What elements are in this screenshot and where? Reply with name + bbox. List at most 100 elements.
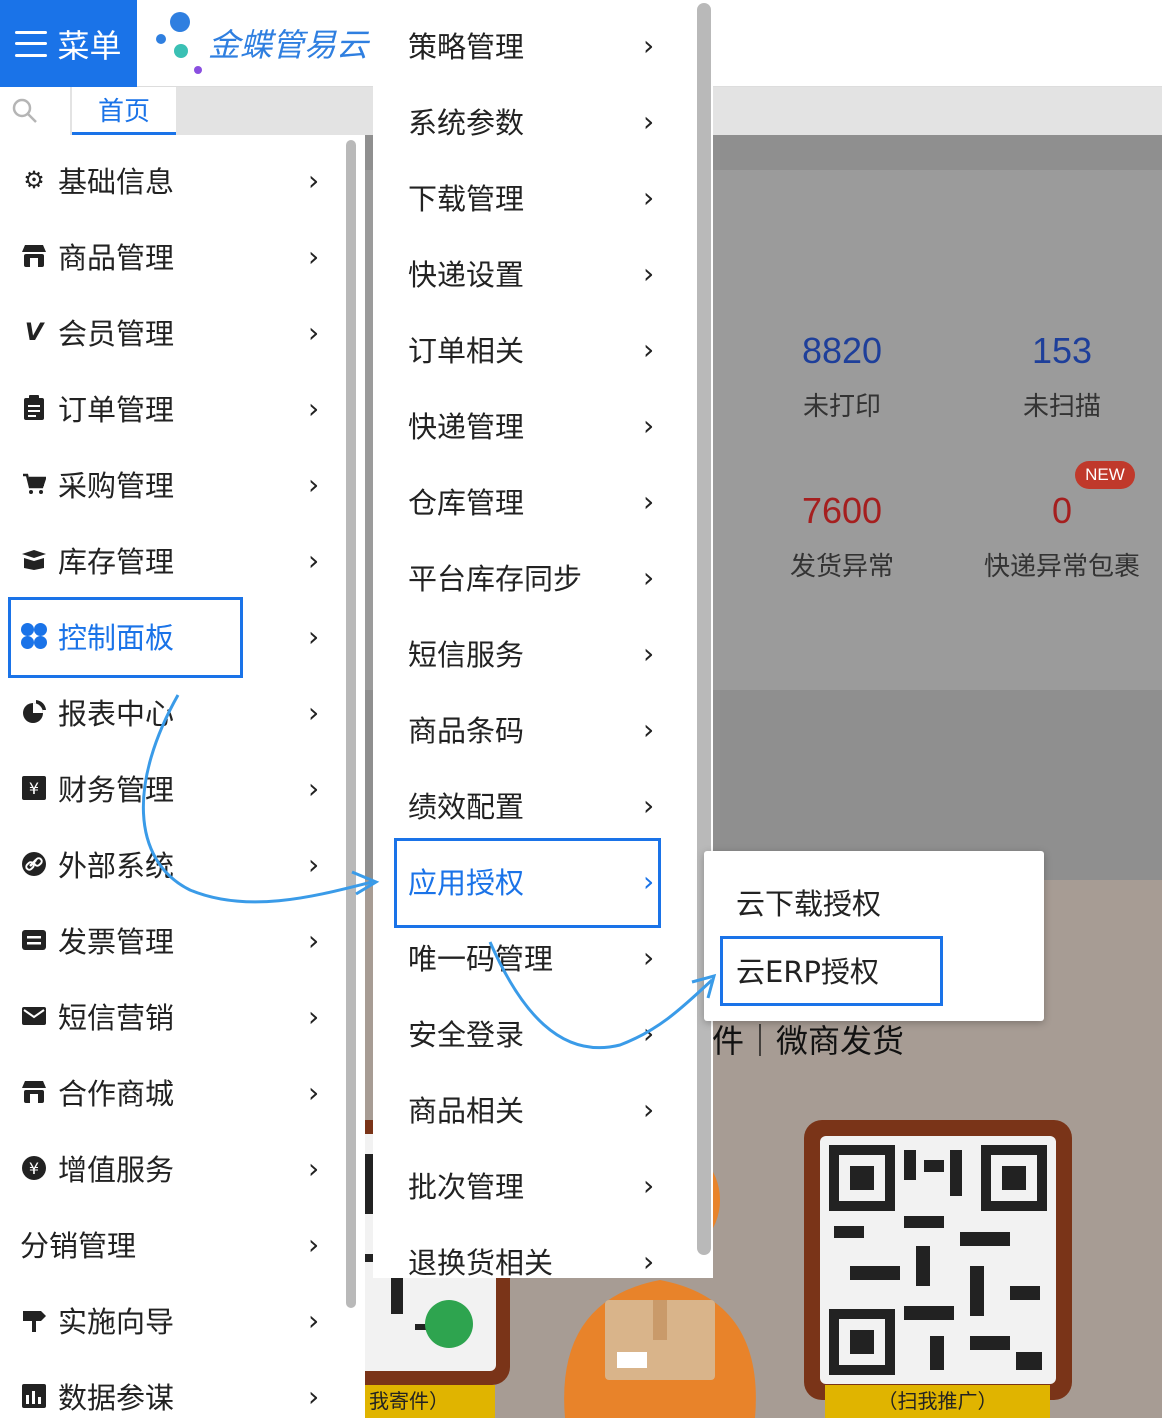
submenu-item-product-related[interactable]: 商品相关 › <box>373 1071 713 1147</box>
menu-item-label: 订单管理 <box>58 393 175 427</box>
menu-item-label: 控制面板 <box>58 621 175 655</box>
menu-item-label: 合作商城 <box>58 1077 175 1111</box>
stat-label: 发货异常 <box>789 552 894 582</box>
submenu-item-barcode[interactable]: 商品条码 › <box>373 691 713 767</box>
stat-shipping-exception[interactable]: 7600 发货异常 <box>742 490 942 583</box>
submenu-scrollbar[interactable] <box>697 3 711 1255</box>
svg-text:¥: ¥ <box>29 1159 39 1178</box>
menu-item-control-panel[interactable]: 控制面板 › <box>0 598 352 674</box>
chevron-right-icon: › <box>643 332 655 366</box>
submenu-item-express-settings[interactable]: 快递设置 › <box>373 235 713 311</box>
chevron-right-icon: › <box>643 940 655 974</box>
search-tab[interactable] <box>0 87 70 135</box>
submenu-item-returns[interactable]: 退换货相关 › <box>373 1223 713 1279</box>
submenu-item-system-params[interactable]: 系统参数 › <box>373 83 713 159</box>
cart-icon <box>20 470 48 498</box>
promo-text: 件｜微商发货 <box>712 1022 905 1060</box>
submenu-item-label: 订单相关 <box>408 334 525 368</box>
chevron-right-icon: › <box>308 619 320 653</box>
stat-label: 快递异常包裹 <box>983 552 1140 582</box>
menu-item-label: 采购管理 <box>58 469 175 503</box>
yen-circle-icon: ¥ <box>20 1154 48 1182</box>
logo-text: 金蝶管易云 <box>208 26 369 64</box>
submenu-item-warehouse[interactable]: 仓库管理 › <box>373 463 713 539</box>
submenu-item-express-mgmt[interactable]: 快递管理 › <box>373 387 713 463</box>
link-icon <box>20 850 48 878</box>
submenu-item-order-related[interactable]: 订单相关 › <box>373 311 713 387</box>
clipboard-icon <box>20 394 48 422</box>
submenu-item-app-authorization[interactable]: 应用授权 › <box>373 843 713 919</box>
menu-item-products[interactable]: 商品管理 › <box>0 218 352 294</box>
chevron-right-icon: › <box>643 1244 655 1278</box>
submenu-item-strategy[interactable]: 策略管理 › <box>373 7 713 83</box>
menu-button[interactable]: 菜单 <box>0 0 137 87</box>
chevron-right-icon: › <box>643 636 655 670</box>
menu-item-label: 分销管理 <box>20 1229 137 1263</box>
chevron-right-icon: › <box>643 28 655 62</box>
menu-item-purchase[interactable]: 采购管理 › <box>0 446 352 522</box>
pie-chart-icon <box>20 698 48 726</box>
menu-item-label: 财务管理 <box>58 773 175 807</box>
stat-express-exception[interactable]: 0 快递异常包裹 <box>962 490 1162 583</box>
qr-caption-left: 我寄件） <box>365 1385 495 1418</box>
new-badge: NEW <box>1075 461 1135 489</box>
menu-item-label: 增值服务 <box>58 1153 175 1187</box>
submenu-item-label: 商品条码 <box>408 714 525 748</box>
menu-item-reports[interactable]: 报表中心 › <box>0 674 352 750</box>
submenu-item-unique-code[interactable]: 唯一码管理 › <box>373 919 713 995</box>
menu-item-label: 实施向导 <box>58 1305 175 1339</box>
submenu-item-platform-stock-sync[interactable]: 平台库存同步 › <box>373 539 713 615</box>
yen-box-icon: ¥ <box>20 774 48 802</box>
menu-item-finance[interactable]: ¥ 财务管理 › <box>0 750 352 826</box>
submenu-item-label: 短信服务 <box>408 638 525 672</box>
chevron-right-icon: › <box>308 1303 320 1337</box>
submenu-item-batch[interactable]: 批次管理 › <box>373 1147 713 1223</box>
submenu-item-download[interactable]: 下载管理 › <box>373 159 713 235</box>
logo-dots-icon <box>156 8 202 78</box>
chevron-right-icon: › <box>643 104 655 138</box>
submenu-item-cloud-download-auth[interactable]: 云下载授权 <box>704 869 1044 935</box>
chevron-right-icon: › <box>308 771 320 805</box>
gear-icon: ⚙ <box>23 166 45 194</box>
menu-item-sms-marketing[interactable]: 短信营销 › <box>0 978 352 1054</box>
menu-item-value-added[interactable]: ¥ 增值服务 › <box>0 1130 352 1206</box>
menu-item-distribution[interactable]: 分销管理 › <box>0 1206 352 1282</box>
stat-value: 0 <box>1051 490 1073 531</box>
menu-item-basic-info[interactable]: ⚙ 基础信息 › <box>0 142 352 218</box>
tab-home[interactable]: 首页 <box>72 87 176 135</box>
submenu-item-label: 批次管理 <box>408 1170 525 1204</box>
menu-item-orders[interactable]: 订单管理 › <box>0 370 352 446</box>
submenu-item-label: 下载管理 <box>408 182 525 216</box>
stat-value: 7600 <box>801 490 883 531</box>
menu-item-inventory[interactable]: 库存管理 › <box>0 522 352 598</box>
stat-value: 8820 <box>801 330 883 371</box>
menu-item-partner-mall[interactable]: 合作商城 › <box>0 1054 352 1130</box>
chevron-right-icon: › <box>308 999 320 1033</box>
v-icon: V <box>24 318 44 346</box>
menu-item-label: 短信营销 <box>58 1001 175 1035</box>
brand-logo[interactable]: 金蝶管易云 <box>156 8 368 78</box>
stat-label: 未扫描 <box>1022 392 1101 422</box>
menu-item-label: 发票管理 <box>58 925 175 959</box>
menu-item-label: 基础信息 <box>58 165 175 199</box>
menu-item-members[interactable]: V 会员管理 › <box>0 294 352 370</box>
main-menu-scrollbar[interactable] <box>346 140 356 1308</box>
stat-unprinted[interactable]: 8820 未打印 <box>742 330 942 423</box>
menu-item-label: 外部系统 <box>58 849 175 883</box>
chevron-right-icon: › <box>643 788 655 822</box>
app-authorization-submenu: 云下载授权 云ERP授权 <box>704 851 1044 1021</box>
submenu-item-cloud-erp-auth[interactable]: 云ERP授权 <box>704 937 1044 1003</box>
chevron-right-icon: › <box>308 695 320 729</box>
menu-item-invoices[interactable]: 发票管理 › <box>0 902 352 978</box>
submenu-item-label: 快递设置 <box>408 258 525 292</box>
submenu-item-performance[interactable]: 绩效配置 › <box>373 767 713 843</box>
box-icon <box>20 546 48 574</box>
stat-unscanned[interactable]: 153 未扫描 <box>962 330 1162 423</box>
chevron-right-icon: › <box>308 1379 320 1413</box>
menu-item-setup-guide[interactable]: 实施向导 › <box>0 1282 352 1358</box>
submenu-item-sms-service[interactable]: 短信服务 › <box>373 615 713 691</box>
submenu-item-secure-login[interactable]: 安全登录 › <box>373 995 713 1071</box>
signpost-icon <box>20 1306 48 1334</box>
menu-item-data-advisor[interactable]: 数据参谋 › <box>0 1358 352 1418</box>
menu-item-external-systems[interactable]: 外部系统 › <box>0 826 352 902</box>
